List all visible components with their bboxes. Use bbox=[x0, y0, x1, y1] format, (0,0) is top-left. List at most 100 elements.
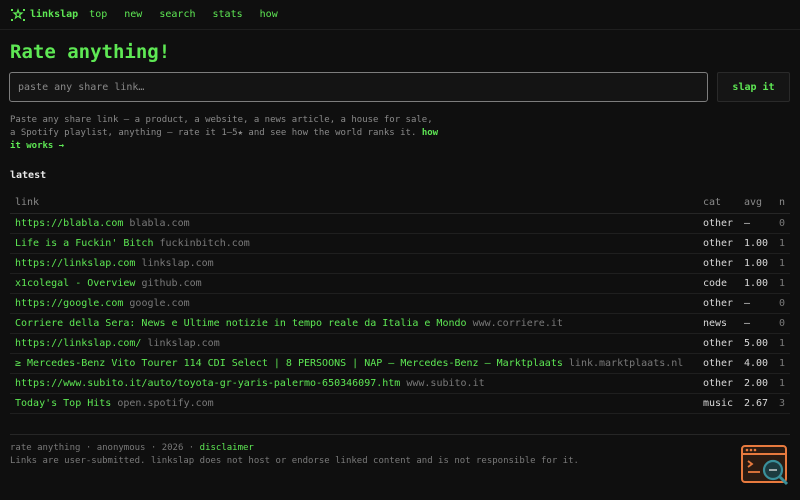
brand-logo[interactable]: linkslap bbox=[10, 7, 79, 22]
link-title[interactable]: https://linkslap.com/ bbox=[15, 338, 141, 349]
footer-divider bbox=[10, 434, 790, 435]
link-title[interactable]: ≥ Mercedes-Benz Vito Tourer 114 CDI Sele… bbox=[15, 358, 563, 369]
category-cell: other bbox=[697, 353, 739, 374]
col-header-cat: cat bbox=[697, 193, 739, 214]
table-row: Corriere della Sera: News e Ultime notiz… bbox=[10, 313, 790, 334]
latest-table-body: https://blabla.com blabla.com other –0 Life… bbox=[10, 213, 790, 414]
table-row: https://www.subito.it/auto/toyota-gr-yar… bbox=[10, 373, 790, 394]
brand-name: linkslap bbox=[30, 9, 79, 20]
link-domain: github.com bbox=[141, 277, 202, 289]
link-domain: linkslap.com bbox=[141, 257, 214, 269]
link-title[interactable]: x1colegal - Overview bbox=[15, 278, 135, 289]
link-domain: link.marktplaats.nl bbox=[568, 357, 684, 369]
table-row: ≥ Mercedes-Benz Vito Tourer 114 CDI Sele… bbox=[10, 353, 790, 374]
count-cell: 1 bbox=[773, 333, 790, 354]
average-cell: – bbox=[738, 313, 774, 334]
window-magnifier-icon bbox=[741, 445, 789, 486]
nav-top[interactable]: top bbox=[89, 9, 107, 20]
table-header-row: link cat avg n bbox=[10, 193, 790, 214]
floating-widget[interactable] bbox=[740, 444, 792, 488]
count-cell: 1 bbox=[773, 233, 790, 254]
count-cell: 1 bbox=[773, 253, 790, 274]
table-row: Life is a Fuckin' Bitch fuckinbitch.com o… bbox=[10, 233, 790, 254]
count-cell: 0 bbox=[773, 213, 790, 234]
count-cell: 0 bbox=[773, 293, 790, 314]
table-row: https://linkslap.com/ linkslap.com other 5… bbox=[10, 333, 790, 354]
count-cell: 1 bbox=[773, 273, 790, 294]
footer-notice: Links are user-submitted. linkslap does … bbox=[10, 456, 579, 466]
average-cell: 5.00 bbox=[738, 333, 774, 354]
category-cell: code bbox=[697, 273, 739, 294]
page-title: Rate anything! bbox=[10, 41, 171, 63]
average-cell: 2.67 bbox=[738, 393, 774, 414]
intro-text: Paste any share link — a product, a webs… bbox=[10, 114, 440, 153]
count-cell: 1 bbox=[773, 373, 790, 394]
footer-meta: rate anything · anonymous · 2026 · discl… bbox=[10, 443, 254, 453]
latest-heading: latest bbox=[10, 170, 47, 181]
nav-new[interactable]: new bbox=[124, 9, 142, 20]
category-cell: other bbox=[697, 213, 739, 234]
count-cell: 0 bbox=[773, 313, 790, 334]
disclaimer-link[interactable]: disclaimer bbox=[200, 443, 254, 453]
intro-description: Paste any share link — a product, a webs… bbox=[10, 115, 433, 138]
nav-stats[interactable]: stats bbox=[213, 9, 243, 20]
table-row: https://blabla.com blabla.com other –0 bbox=[10, 213, 790, 234]
link-cell: https://www.subito.it/auto/toyota-gr-yar… bbox=[10, 373, 698, 394]
link-domain: fuckinbitch.com bbox=[159, 237, 250, 249]
link-title[interactable]: https://www.subito.it/auto/toyota-gr-yar… bbox=[15, 378, 400, 389]
link-domain: blabla.com bbox=[129, 217, 190, 229]
table-row: https://google.com google.com other –0 bbox=[10, 293, 790, 314]
link-cell: Life is a Fuckin' Bitch fuckinbitch.com bbox=[10, 233, 698, 254]
scatter-star-icon bbox=[11, 7, 25, 21]
link-cell: Today's Top Hits open.spotify.com bbox=[10, 393, 698, 414]
link-title[interactable]: Corriere della Sera: News e Ultime notiz… bbox=[15, 318, 467, 329]
link-domain: linkslap.com bbox=[147, 337, 220, 349]
link-cell: https://blabla.com blabla.com bbox=[10, 213, 698, 234]
link-title[interactable]: Today's Top Hits bbox=[15, 398, 111, 409]
link-title[interactable]: https://blabla.com bbox=[15, 218, 123, 229]
table-row: https://linkslap.com linkslap.com other 1.… bbox=[10, 253, 790, 274]
col-header-n: n bbox=[773, 193, 790, 214]
category-cell: news bbox=[697, 313, 739, 334]
link-domain: open.spotify.com bbox=[117, 397, 214, 409]
average-cell: 2.00 bbox=[738, 373, 774, 394]
average-cell: – bbox=[738, 293, 774, 314]
category-cell: other bbox=[697, 253, 739, 274]
col-header-link: link bbox=[10, 193, 698, 214]
link-cell: Corriere della Sera: News e Ultime notiz… bbox=[10, 313, 698, 334]
category-cell: other bbox=[697, 233, 739, 254]
top-bar: linkslap top new search stats how bbox=[0, 0, 800, 30]
link-domain: google.com bbox=[129, 297, 190, 309]
nav-how[interactable]: how bbox=[260, 9, 278, 20]
table-row: Today's Top Hits open.spotify.com music 2.… bbox=[10, 393, 790, 414]
link-title[interactable]: Life is a Fuckin' Bitch bbox=[15, 238, 153, 249]
average-cell: 1.00 bbox=[738, 253, 774, 274]
count-cell: 1 bbox=[773, 353, 790, 374]
category-cell: other bbox=[697, 373, 739, 394]
link-cell: https://linkslap.com linkslap.com bbox=[10, 253, 698, 274]
average-cell: 1.00 bbox=[738, 233, 774, 254]
average-cell: 1.00 bbox=[738, 273, 774, 294]
main-nav: top new search stats how bbox=[78, 9, 278, 20]
nav-search[interactable]: search bbox=[159, 9, 195, 20]
link-cell: https://linkslap.com/ linkslap.com bbox=[10, 333, 698, 354]
footer-meta-text: rate anything · anonymous · 2026 · bbox=[10, 443, 195, 453]
link-cell: x1colegal - Overview github.com bbox=[10, 273, 698, 294]
latest-table: link cat avg n https://blabla.com blabla… bbox=[10, 193, 790, 414]
category-cell: other bbox=[697, 293, 739, 314]
share-link-input[interactable] bbox=[9, 72, 708, 102]
table-row: x1colegal - Overview github.com code 1.00 1 bbox=[10, 273, 790, 294]
link-title[interactable]: https://linkslap.com bbox=[15, 258, 135, 269]
link-cell: https://google.com google.com bbox=[10, 293, 698, 314]
col-header-avg: avg bbox=[738, 193, 774, 214]
link-cell: ≥ Mercedes-Benz Vito Tourer 114 CDI Sele… bbox=[10, 353, 698, 374]
average-cell: – bbox=[738, 213, 774, 234]
category-cell: music bbox=[697, 393, 739, 414]
average-cell: 4.00 bbox=[738, 353, 774, 374]
link-title[interactable]: https://google.com bbox=[15, 298, 123, 309]
link-domain: www.subito.it bbox=[406, 377, 485, 389]
count-cell: 3 bbox=[773, 393, 790, 414]
category-cell: other bbox=[697, 333, 739, 354]
link-domain: www.corriere.it bbox=[472, 317, 563, 329]
slap-it-button[interactable]: slap it bbox=[717, 72, 790, 102]
